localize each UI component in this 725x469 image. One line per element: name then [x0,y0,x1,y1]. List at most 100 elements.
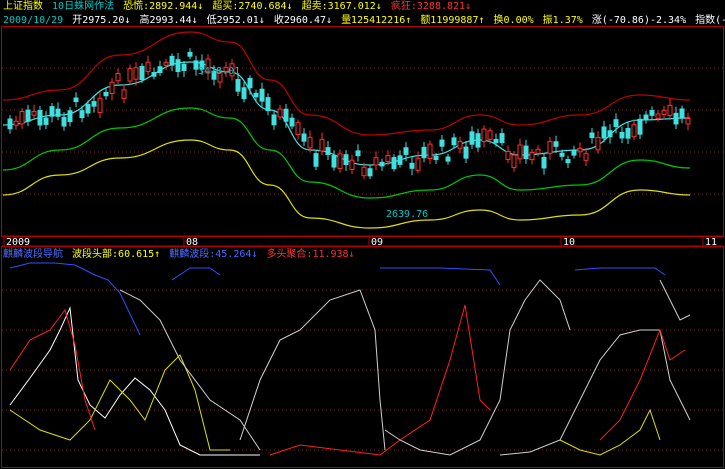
index-name: 上证指数 [3,1,43,12]
candle-body [409,162,415,169]
candle-body [307,136,313,149]
candle-body [493,138,499,143]
candle-body [139,66,145,81]
candle-body [547,141,553,154]
candle-body [91,101,97,107]
candle-body [49,106,55,117]
sub-indicator-name: 麒麟波段导航 [3,249,63,260]
close-value: 收2960.47↓ [273,15,333,26]
grey-line [239,289,386,451]
candle-body [343,154,349,166]
candle-body [433,155,439,161]
date-axis-label: 08 [186,237,198,248]
candle-body [109,81,115,94]
candle-body [163,61,169,66]
candle-body [541,156,547,169]
candle-body [559,152,565,157]
candle-body [583,153,589,161]
candle-body [241,87,247,100]
candle-body [97,97,103,113]
bull-gather-value: 多头聚合:11.938↓ [266,249,355,260]
oversold-value: 超卖:3167.012↓ [301,1,382,12]
candle-body [277,108,283,118]
candle-body [607,130,613,138]
candle-body [463,146,469,159]
candle-body [325,147,331,155]
candle-body [247,77,253,89]
indicator-header-row1: 上证指数 10日蛛网作法 恐慌:2892.944↓ 超买:2740.684↓ 超… [3,0,474,14]
grey-line [499,329,691,456]
price-panel-frame [1,26,724,237]
candle-body [637,118,643,135]
amount-value: 额11999887↑ [420,15,485,26]
candle-body [565,159,571,164]
candle-body [595,137,601,151]
candle-body [127,68,133,82]
candle-body [613,119,619,127]
candle-body [451,137,457,146]
candle-body [283,108,289,122]
kylin-band-line [9,262,141,336]
candle-body [499,133,505,144]
grey-line [384,279,571,456]
candle-body [649,110,655,116]
band-panic-line [2,61,691,166]
grey-line [659,279,691,321]
kylin-band-line [171,267,221,281]
candle-body [529,151,535,161]
candle-body [601,126,607,139]
price-extreme-label: 2639.76 [386,209,428,220]
candle-body [259,88,265,102]
kylin-band-line [380,267,501,286]
amplitude-value: 振1.37% [542,15,583,26]
candle-body [31,111,37,116]
band-crazy-line [2,31,691,136]
candle-body [643,114,649,121]
date-axis-label: 09 [371,237,383,248]
candle-body [535,148,541,154]
candle-body [187,51,193,57]
candle-body [397,155,403,165]
sub-indicator-header: 麒麟波段导航 波段头部:60.615↑ 麒麟波段:45.264↓ 多头聚合:11… [3,248,358,262]
quote-header-row2: 2009/10/29 开2975.20↓ 高2993.44↓ 低2952.01↓… [3,14,725,28]
low-value: 低2952.01↓ [206,15,265,26]
date-axis-label: 2009 [6,237,30,248]
candle-body [151,72,157,77]
stock-chart-window: 2009 08 09 10 11 3478.01 2639.76 上证指数 10日蛛网作法 … [0,0,725,469]
candle-body [421,146,427,159]
candle-body [43,117,49,125]
candle-body [79,110,85,119]
candle-body [517,144,523,160]
crazy-value: 疯狂:3288.821↓ [390,1,472,12]
candle-body [295,122,301,135]
candle-body [553,141,559,147]
candle-body [265,97,271,112]
candle-body [145,61,151,73]
candle-body [571,150,577,156]
method-name: 10日蛛网作法 [52,1,115,12]
candle-body [391,157,397,170]
candle-body [103,91,109,97]
candle-body [373,157,379,166]
candle-body [475,133,481,148]
candle-body [505,150,511,161]
candle-body [523,145,529,160]
candle-body [679,108,685,119]
candle-body [355,150,361,157]
high-value: 高2993.44↓ [139,15,198,26]
candle-body [19,111,25,125]
index-change-value: 指数(-70.86)-2.3 [695,15,725,26]
candle-body [379,161,385,167]
candle-body [349,159,355,171]
overbought-value: 超买:2740.684↓ [212,1,293,12]
candle-body [661,109,667,115]
candle-body [289,117,295,127]
chart-canvas: 2009 08 09 10 11 3478.01 2639.76 [1,26,724,468]
quote-date: 2009/10/29 [3,15,64,26]
candle-body [631,124,637,138]
band-top-value: 波段头部:60.615↑ [72,249,161,260]
panic-value: 恐慌:2892.944↓ [123,1,204,12]
band-top-line [559,408,661,456]
candle-body [121,89,127,99]
candle-body [313,153,319,167]
